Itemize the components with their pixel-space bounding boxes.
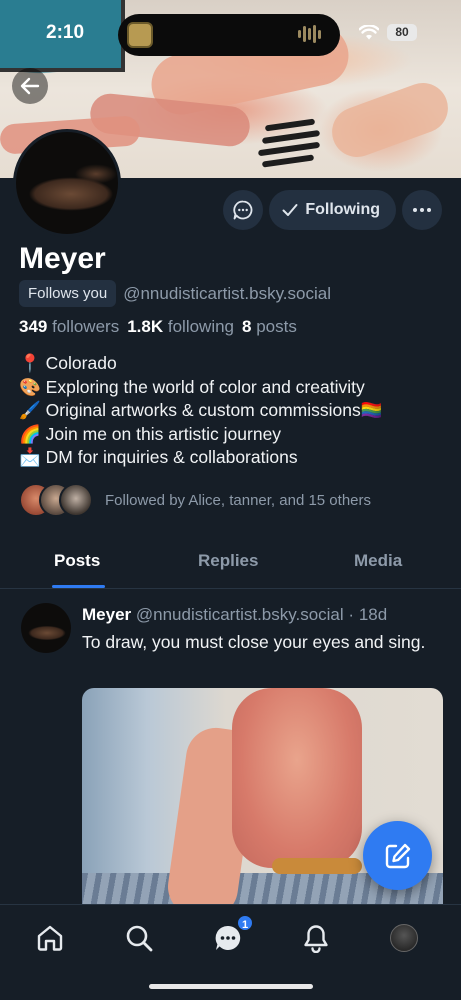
- followed-by-text: Followed by Alice, tanner, and 15 others: [105, 491, 372, 509]
- followed-by-row[interactable]: Followed by Alice, tanner, and 15 others: [19, 483, 371, 517]
- bio-line: 📍 Colorado: [19, 353, 117, 373]
- back-button[interactable]: [12, 68, 48, 104]
- nav-profile[interactable]: [387, 921, 421, 955]
- status-bar: 2:10 80: [0, 0, 461, 64]
- bio-line: 🖌️ Original artworks & custom commission…: [19, 400, 383, 420]
- bio-line: 📩 DM for inquiries & collaborations: [19, 447, 298, 467]
- following-button-label: Following: [305, 201, 380, 218]
- bell-icon: [304, 925, 328, 953]
- profile-display-name: Meyer: [19, 242, 106, 275]
- battery-indicator: 80: [387, 24, 417, 41]
- post-age[interactable]: 18d: [359, 605, 387, 624]
- arrow-left-icon: [20, 77, 40, 95]
- following-button[interactable]: Following: [269, 190, 396, 230]
- bio-line: 🎨 Exploring the world of color and creat…: [19, 376, 365, 397]
- message-button[interactable]: [223, 190, 264, 230]
- posts-count: 8 posts: [242, 317, 297, 336]
- following-link[interactable]: 1.8K following: [127, 317, 234, 336]
- post-author-name[interactable]: Meyer: [82, 605, 131, 624]
- profile-stats: 349 followers 1.8K following 8 posts: [19, 317, 297, 337]
- nav-home[interactable]: [33, 921, 67, 955]
- more-options-button[interactable]: [402, 190, 442, 230]
- post-separator: ·: [348, 605, 355, 624]
- follows-you-badge: Follows you: [19, 280, 117, 307]
- dynamic-island[interactable]: [118, 14, 340, 56]
- nav-chat[interactable]: 1: [211, 914, 254, 955]
- nav-search[interactable]: [122, 921, 156, 955]
- post-text: To draw, you must close your eyes and si…: [82, 632, 426, 652]
- home-icon: [37, 925, 63, 951]
- tab-replies[interactable]: Replies: [198, 551, 258, 571]
- profile-bio: 📍 Colorado 🎨 Exploring the world of colo…: [19, 352, 383, 470]
- checkmark-icon: [282, 204, 298, 216]
- profile-tabs: Posts Replies Media: [0, 538, 461, 589]
- audio-waveform-icon: [298, 25, 326, 45]
- post-author-handle[interactable]: @nnudisticartist.bsky.social: [136, 605, 344, 624]
- chat-bubble-icon: [233, 200, 253, 220]
- bio-line: 🌈 Join me on this artistic journey: [19, 423, 282, 444]
- compose-icon: [385, 843, 410, 868]
- tab-media[interactable]: Media: [354, 551, 402, 571]
- status-time: 2:10: [46, 22, 85, 43]
- post-author-avatar[interactable]: [21, 603, 71, 653]
- profile-avatar[interactable]: [13, 129, 121, 237]
- post-header: Meyer @nnudisticartist.bsky.social · 18d: [82, 605, 387, 625]
- chat-unread-badge: 1: [236, 914, 254, 932]
- tab-posts[interactable]: Posts: [54, 551, 100, 571]
- wifi-icon: [359, 25, 379, 40]
- ellipsis-icon: [413, 208, 431, 212]
- follower-avatar: [59, 483, 93, 517]
- nav-notifications[interactable]: [299, 921, 333, 955]
- followers-link[interactable]: 349 followers: [19, 317, 119, 336]
- profile-avatar-icon: [390, 924, 418, 952]
- active-tab-indicator: [52, 585, 105, 588]
- search-icon: [126, 925, 153, 952]
- profile-handle: @nnudisticartist.bsky.social: [123, 283, 331, 303]
- home-indicator[interactable]: [149, 984, 313, 989]
- compose-post-button[interactable]: [363, 821, 432, 890]
- now-playing-thumbnail: [127, 22, 153, 48]
